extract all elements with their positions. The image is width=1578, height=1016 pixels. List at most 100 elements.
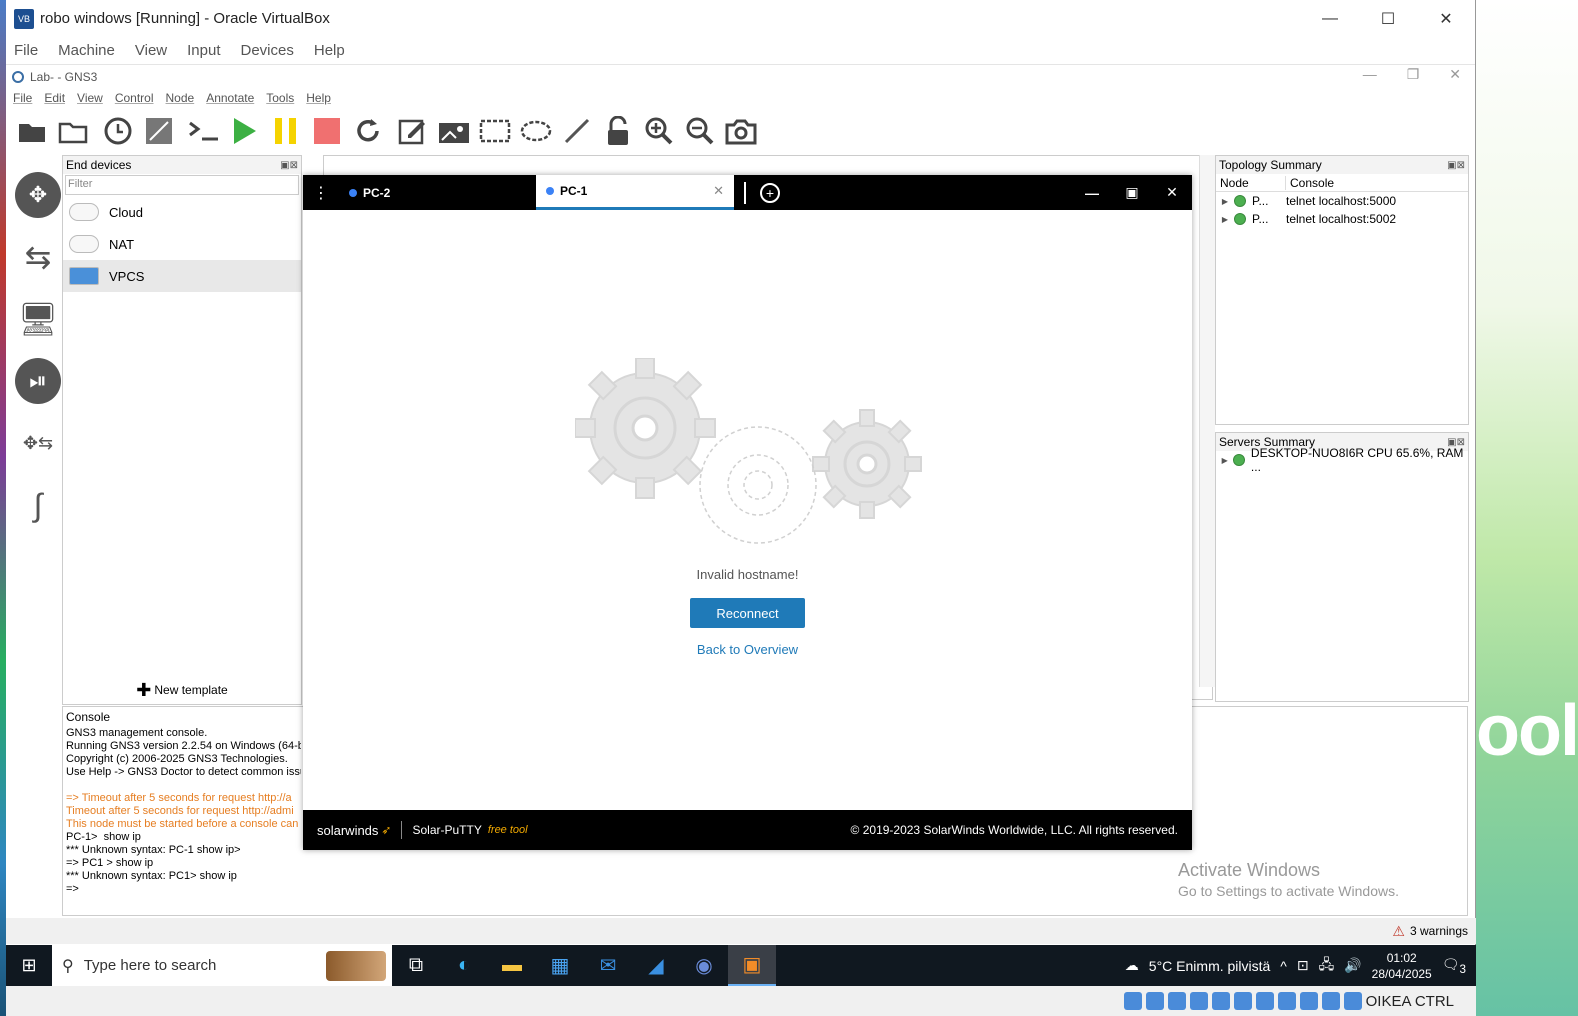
- canvas-scrollbar[interactable]: [1199, 155, 1215, 687]
- optical-drive-icon[interactable]: [1145, 992, 1164, 1010]
- putty-close-icon[interactable]: ✕: [1152, 175, 1192, 210]
- kebab-menu-icon[interactable]: ⋮: [303, 183, 339, 203]
- suspend-all-icon[interactable]: [270, 115, 302, 147]
- gns-menu-control[interactable]: Control: [115, 91, 154, 105]
- edge-browser-icon[interactable]: ◐: [440, 945, 488, 986]
- tab-pc-2[interactable]: PC-2: [339, 175, 536, 210]
- mouse-integration-icon[interactable]: [1321, 992, 1340, 1010]
- console-output[interactable]: GNS3 management console. Running GNS3 ver…: [63, 727, 301, 896]
- network-adapter-icon[interactable]: [1189, 992, 1208, 1010]
- all-devices-icon[interactable]: ✥⇆: [15, 420, 61, 466]
- weather-text[interactable]: 5°C Enimm. pilvistä: [1149, 958, 1271, 974]
- clock[interactable]: 01:02 28/04/2025: [1372, 950, 1432, 982]
- draw-ellipse-icon[interactable]: [520, 115, 552, 147]
- screenshot-camera-icon[interactable]: [725, 115, 757, 147]
- device-item-cloud[interactable]: Cloud: [63, 196, 301, 228]
- server-row[interactable]: ▶ DESKTOP-NUO8I6R CPU 65.6%, RAM ...: [1216, 446, 1468, 474]
- security-devices-icon[interactable]: ⏯: [15, 358, 61, 404]
- console-all-icon[interactable]: [188, 115, 220, 147]
- filter-input[interactable]: Filter: [65, 175, 299, 195]
- new-template-button[interactable]: ✚ New template: [62, 678, 302, 702]
- network-icon[interactable]: 🖧: [1319, 954, 1335, 978]
- putty-maximize-icon[interactable]: ▣: [1112, 175, 1152, 210]
- stop-all-icon[interactable]: [311, 115, 343, 147]
- new-project-icon[interactable]: [16, 115, 48, 147]
- start-windows-icon[interactable]: ⊞: [6, 945, 52, 986]
- display-icon[interactable]: [1255, 992, 1274, 1010]
- insert-image-icon[interactable]: [438, 115, 470, 147]
- warnings-count[interactable]: 3 warnings: [1410, 924, 1468, 938]
- device-item-vpcs[interactable]: VPCS: [63, 260, 301, 292]
- topology-row[interactable]: ▶ P... telnet localhost:5000: [1216, 192, 1468, 210]
- menu-help[interactable]: Help: [314, 42, 345, 59]
- notification-icon[interactable]: 🗨3: [1442, 956, 1466, 976]
- reload-all-icon[interactable]: [352, 115, 384, 147]
- show-interface-labels-icon[interactable]: [143, 115, 175, 147]
- gns3-taskbar-icon[interactable]: ◉: [680, 945, 728, 986]
- routers-icon[interactable]: ✥: [15, 172, 61, 218]
- tray-apps-icon[interactable]: ⊡: [1297, 957, 1309, 974]
- zoom-in-icon[interactable]: [643, 115, 675, 147]
- draw-line-icon[interactable]: [561, 115, 593, 147]
- dock-float-close-icon[interactable]: ▣⊠: [1447, 160, 1468, 171]
- tab-pc-1[interactable]: PC-1 ✕: [536, 175, 734, 210]
- switches-icon[interactable]: ⇆: [15, 234, 61, 280]
- back-to-overview-link[interactable]: Back to Overview: [303, 642, 1192, 657]
- gns-menu-view[interactable]: View: [77, 91, 103, 105]
- console-line: GNS3 management console.: [66, 727, 208, 739]
- usb-icon[interactable]: [1211, 992, 1230, 1010]
- gns3-restore-icon[interactable]: ❐: [1407, 66, 1420, 83]
- volume-icon[interactable]: 🔊: [1344, 957, 1361, 974]
- menu-file[interactable]: File: [14, 42, 38, 59]
- gns3-close-icon[interactable]: ✕: [1449, 66, 1461, 83]
- solar-putty-taskbar-icon[interactable]: ▣: [728, 945, 776, 986]
- topology-row[interactable]: ▶ P... telnet localhost:5002: [1216, 210, 1468, 228]
- audio-icon[interactable]: [1167, 992, 1186, 1010]
- recording-icon[interactable]: [1277, 992, 1296, 1010]
- gns3-minimize-icon[interactable]: —: [1363, 66, 1377, 83]
- add-note-icon[interactable]: [397, 115, 429, 147]
- gns-menu-annotate[interactable]: Annotate: [206, 91, 254, 105]
- snapshot-clock-icon[interactable]: [102, 115, 134, 147]
- close-tab-icon[interactable]: ✕: [713, 183, 724, 199]
- wireshark-icon[interactable]: ◢: [632, 945, 680, 986]
- weather-cloud-icon[interactable]: ☁: [1125, 957, 1139, 974]
- gns-menu-tools[interactable]: Tools: [266, 91, 294, 105]
- virtualization-icon[interactable]: [1299, 992, 1318, 1010]
- menu-machine[interactable]: Machine: [58, 42, 115, 59]
- open-project-icon[interactable]: [57, 115, 89, 147]
- end-devices-icon[interactable]: 🖥: [15, 296, 61, 342]
- draw-rectangle-icon[interactable]: [479, 115, 511, 147]
- tray-chevron-icon[interactable]: ^: [1280, 958, 1287, 974]
- putty-minimize-icon[interactable]: —: [1072, 175, 1112, 210]
- add-link-icon[interactable]: ∫: [15, 482, 61, 528]
- lock-icon[interactable]: [602, 115, 634, 147]
- minimize-button[interactable]: —: [1301, 0, 1359, 37]
- expand-arrow-icon[interactable]: ▶: [1216, 215, 1234, 224]
- maximize-button[interactable]: ☐: [1359, 0, 1417, 37]
- gns-menu-edit[interactable]: Edit: [44, 91, 65, 105]
- keyboard-capture-icon[interactable]: [1343, 992, 1362, 1010]
- gns-menu-node[interactable]: Node: [166, 91, 195, 105]
- shared-folders-icon[interactable]: [1233, 992, 1252, 1010]
- mail-icon[interactable]: ✉: [584, 945, 632, 986]
- menu-view[interactable]: View: [135, 42, 167, 59]
- device-item-nat[interactable]: NAT: [63, 228, 301, 260]
- close-button[interactable]: ✕: [1417, 0, 1475, 37]
- dock-float-close-icon[interactable]: ▣⊠: [280, 160, 301, 171]
- menu-input[interactable]: Input: [187, 42, 220, 59]
- taskbar-search[interactable]: ⚲ Type here to search: [52, 945, 392, 986]
- new-tab-icon[interactable]: +: [760, 182, 780, 203]
- expand-arrow-icon[interactable]: ▶: [1216, 197, 1234, 206]
- gns-menu-help[interactable]: Help: [306, 91, 331, 105]
- microsoft-store-icon[interactable]: ▦: [536, 945, 584, 986]
- hdd-icon[interactable]: [1123, 992, 1142, 1010]
- start-all-icon[interactable]: [229, 115, 261, 147]
- gns-menu-file[interactable]: File: [13, 91, 32, 105]
- expand-arrow-icon[interactable]: ▶: [1216, 456, 1233, 465]
- file-explorer-icon[interactable]: ▬: [488, 945, 536, 986]
- menu-devices[interactable]: Devices: [241, 42, 294, 59]
- reconnect-button[interactable]: Reconnect: [690, 598, 805, 628]
- zoom-out-icon[interactable]: [684, 115, 716, 147]
- task-view-icon[interactable]: ⧉: [392, 945, 440, 986]
